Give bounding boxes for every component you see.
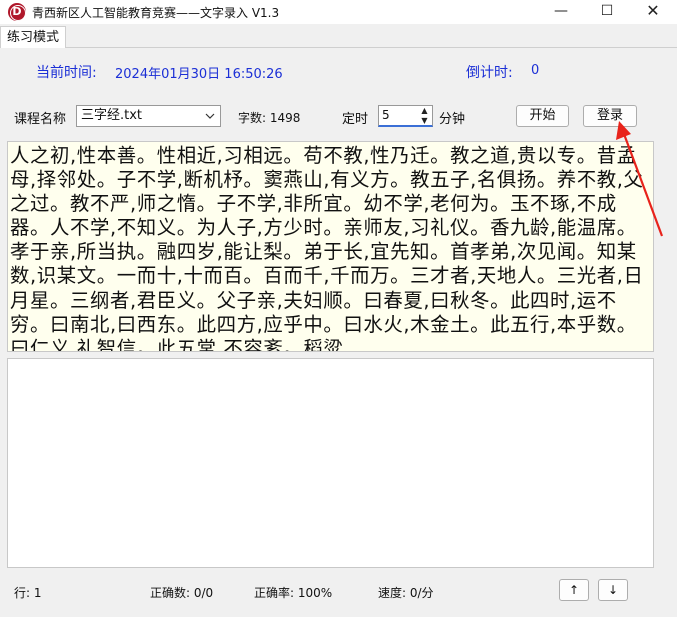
spin-up-icon[interactable]: ▲	[419, 106, 430, 115]
timer-spinbox[interactable]: 5 ▲ ▼	[378, 105, 433, 127]
practice-panel: 当前时间: 2024年01月30日 16:50:26 倒计时: 0 课程名称 三…	[0, 48, 677, 617]
app-logo-icon: D	[8, 3, 26, 21]
course-select[interactable]: 三字经.txt	[76, 105, 221, 127]
course-selected-value: 三字经.txt	[81, 108, 143, 123]
scroll-up-button[interactable]: ↑	[559, 579, 589, 601]
typing-input-area[interactable]	[7, 358, 654, 568]
countdown-value: 0	[531, 63, 540, 78]
minimize-button[interactable]: —	[538, 0, 584, 24]
scroll-down-button[interactable]: ↓	[598, 579, 628, 601]
typing-speed: 速度: 0/分	[378, 586, 434, 600]
course-name-label: 课程名称	[14, 112, 67, 127]
close-button[interactable]: ✕	[630, 0, 676, 24]
line-indicator: 行: 1	[14, 586, 42, 600]
source-text-content: 人之初,性本善。性相近,习相远。苟不教,性乃迁。教之道,贵以专。昔孟母,择邻处。…	[10, 144, 644, 352]
correct-count: 正确数: 0/0	[150, 586, 214, 600]
source-text-box[interactable]: 人之初,性本善。性相近,习相远。苟不教,性乃迁。教之道,贵以专。昔孟母,择邻处。…	[7, 141, 654, 352]
maximize-button[interactable]: ☐	[584, 0, 630, 24]
current-time-value: 2024年01月30日 16:50:26	[115, 67, 283, 82]
word-count: 字数: 1498	[238, 111, 301, 125]
accuracy-rate: 正确率: 100%	[254, 586, 333, 600]
spin-down-icon[interactable]: ▼	[419, 116, 430, 125]
timer-value: 5	[382, 108, 390, 122]
tab-bar: 练习模式	[0, 24, 677, 49]
login-button[interactable]: 登录	[583, 105, 637, 127]
chevron-down-icon	[205, 113, 215, 119]
minute-label: 分钟	[439, 112, 466, 127]
timer-label: 定时	[342, 112, 369, 127]
countdown-label: 倒计时:	[466, 65, 513, 81]
current-time-label: 当前时间:	[36, 65, 97, 81]
tab-practice-mode[interactable]: 练习模式	[0, 26, 67, 49]
start-button[interactable]: 开始	[516, 105, 569, 127]
window-title: 青西新区人工智能教育竞赛——文字录入 V1.3	[32, 6, 280, 20]
title-bar: D 青西新区人工智能教育竞赛——文字录入 V1.3 — ☐ ✕	[0, 0, 677, 24]
